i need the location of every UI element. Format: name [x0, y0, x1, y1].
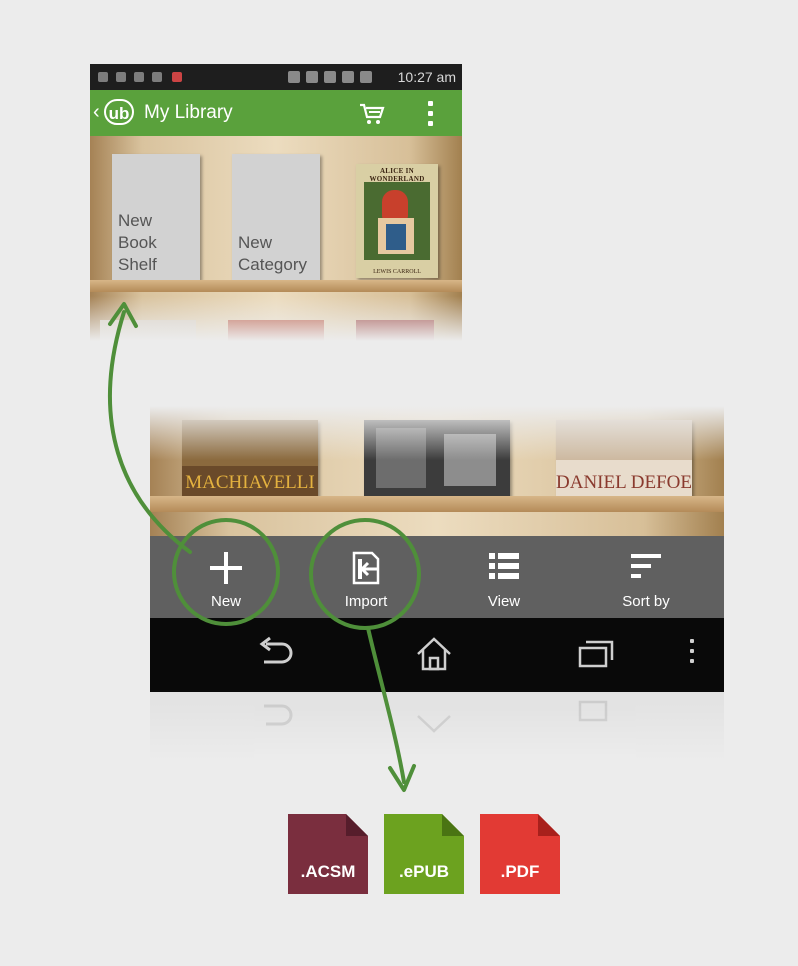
recents-icon-reflection — [578, 700, 608, 722]
library-screen-bottom: MACHIAVELLI DANIEL DEFOE New Import View… — [150, 400, 724, 700]
book-title: DANIEL DEFOE — [556, 472, 692, 493]
shelf-plank — [90, 280, 462, 292]
recents-icon[interactable] — [576, 636, 616, 670]
home-icon-reflection — [417, 715, 451, 733]
page-title: My Library — [144, 102, 233, 123]
book-author: LEWIS CARROLL — [373, 269, 421, 275]
sort-by-button[interactable]: Sort by — [596, 536, 696, 618]
wifi-icon — [324, 71, 336, 83]
shelf-plank — [150, 496, 724, 512]
book-title: ALICE IN WONDERLAND — [369, 167, 425, 183]
fade-overlay — [90, 296, 462, 346]
battery-icon — [360, 71, 372, 83]
back-icon[interactable] — [254, 636, 298, 670]
import-label: Import — [344, 593, 388, 610]
home-icon[interactable] — [414, 636, 454, 672]
app-logo[interactable]: ub — [104, 99, 134, 125]
book-cover-alice[interactable]: ALICE IN WONDERLAND LEWIS CARROLL — [356, 164, 438, 278]
file-type-label: .ACSM — [300, 862, 356, 881]
file-type-label: .PDF — [500, 862, 540, 881]
action-bar: ‹ ub My Library — [90, 90, 462, 136]
pdf-file-icon: .PDF — [480, 814, 560, 894]
acsm-file-icon: .ACSM — [288, 814, 368, 894]
epub-file-icon: .ePUB — [384, 814, 464, 894]
import-button[interactable]: Import — [316, 536, 416, 618]
video-icon — [152, 72, 162, 82]
view-button[interactable]: View — [454, 536, 554, 618]
import-arrowhead — [388, 764, 416, 792]
usb-icon — [98, 72, 108, 82]
sort-icon — [631, 554, 661, 578]
cart-icon[interactable] — [358, 102, 386, 126]
back-chevron-icon[interactable]: ‹ — [93, 101, 100, 124]
overflow-menu-icon[interactable] — [688, 636, 696, 666]
image-icon — [134, 72, 144, 82]
status-bar: 10:27 am — [90, 64, 462, 90]
new-button[interactable]: New — [176, 536, 276, 618]
card-label: New Category — [238, 233, 307, 274]
view-label: View — [487, 593, 521, 610]
mute-icon — [288, 71, 300, 83]
new-category-card[interactable]: New Category — [232, 154, 320, 280]
bottom-toolbar: New Import View Sort by — [150, 536, 724, 618]
sort-by-label: Sort by — [622, 593, 670, 610]
plus-icon — [210, 552, 242, 584]
card-label: New Book Shelf — [118, 211, 157, 274]
nav-bar-reflection — [150, 692, 724, 762]
battery-saver-icon — [306, 71, 318, 83]
library-screen-top: 10:27 am ‹ ub My Library New Book Shelf … — [90, 64, 462, 346]
navigation-bar — [150, 618, 724, 692]
new-label: New — [210, 593, 241, 610]
android-icon — [116, 72, 126, 82]
new-book-shelf-card[interactable]: New Book Shelf — [112, 154, 200, 280]
book-title: MACHIAVELLI — [185, 472, 315, 493]
fade-overlay — [150, 400, 724, 460]
overflow-menu-icon[interactable] — [426, 99, 434, 129]
signal-icon — [342, 71, 354, 83]
status-time: 10:27 am — [397, 69, 456, 85]
back-icon-reflection — [264, 704, 293, 726]
file-type-label: .ePUB — [398, 862, 450, 881]
list-icon — [489, 553, 519, 579]
notification-icon — [172, 72, 182, 82]
book-illustration — [364, 182, 430, 260]
import-icon — [352, 551, 380, 585]
